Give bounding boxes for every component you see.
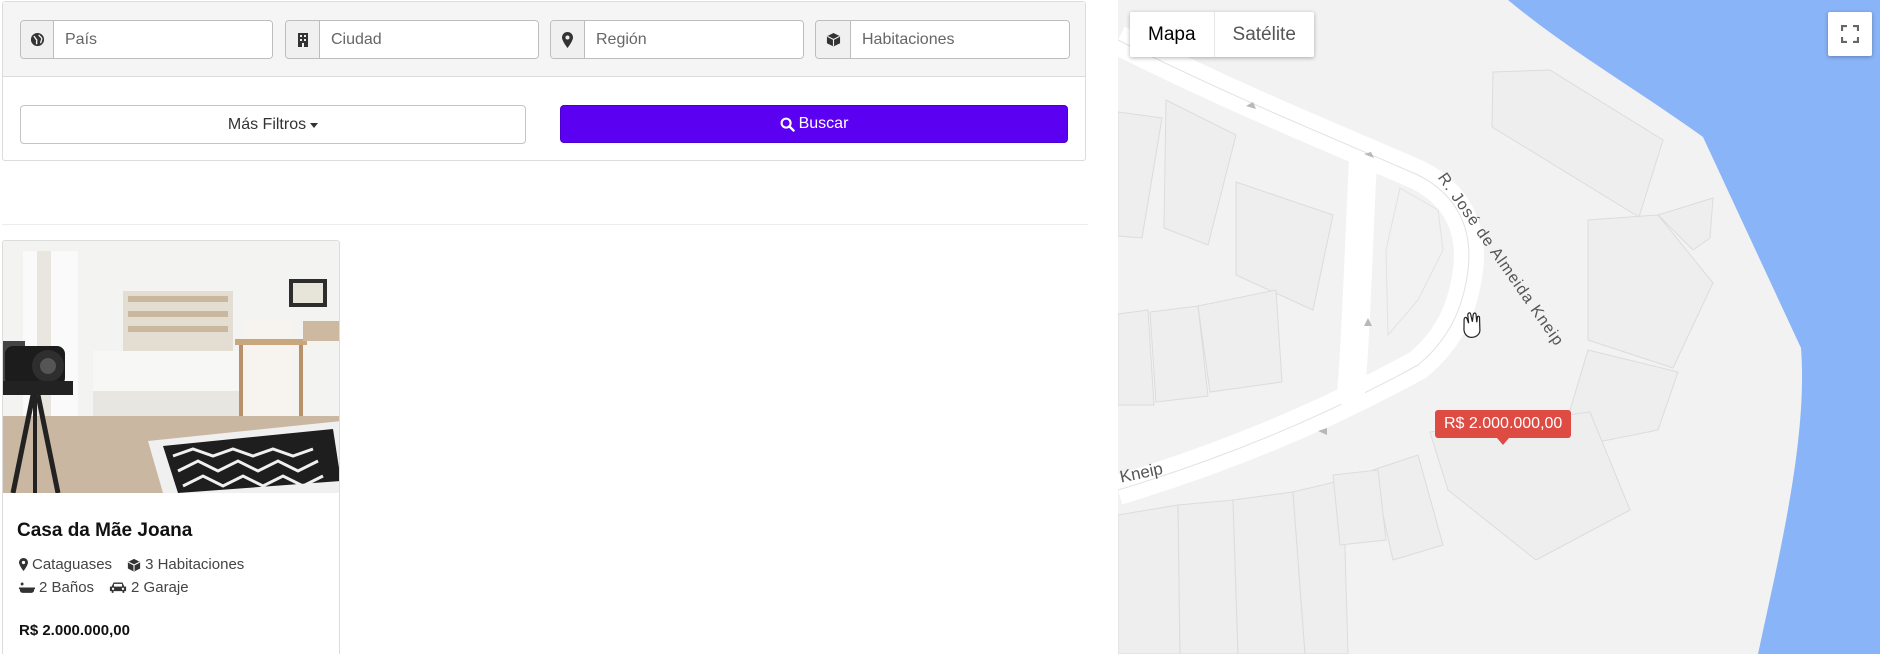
search-label: Buscar <box>798 115 849 132</box>
map-type-toggle: Mapa Satélite <box>1130 12 1314 57</box>
filter-inputs-row <box>3 2 1085 77</box>
property-baths: 2 Baños <box>39 579 95 596</box>
country-input[interactable] <box>54 21 272 58</box>
filter-panel: Más Filtros Buscar <box>2 1 1086 161</box>
map-canvas <box>1118 0 1880 654</box>
caret-down-icon <box>310 123 319 128</box>
fullscreen-icon <box>1841 25 1859 43</box>
building-icon <box>286 21 320 58</box>
more-filters-label: Más Filtros <box>227 115 307 133</box>
property-location-rooms: Cataguases 3 Habitaciones <box>19 556 244 573</box>
property-title[interactable]: Casa da Mãe Joana <box>17 520 192 542</box>
property-garage: 2 Garaje <box>131 579 189 596</box>
cube-icon <box>816 21 851 58</box>
map-marker-icon <box>551 21 585 58</box>
region-input-group <box>550 20 804 59</box>
globe-icon <box>21 21 54 58</box>
cube-icon <box>127 558 141 572</box>
search-icon <box>780 117 795 132</box>
results-divider <box>2 224 1088 225</box>
city-input-group <box>285 20 539 59</box>
country-input-group <box>20 20 273 59</box>
rooms-input-group <box>815 20 1070 59</box>
property-price: R$ 2.000.000,00 <box>19 622 130 639</box>
region-input[interactable] <box>585 21 803 58</box>
rooms-input[interactable] <box>851 21 1069 58</box>
property-photo <box>3 241 339 493</box>
map-price-marker[interactable]: R$ 2.000.000,00 <box>1435 410 1572 445</box>
search-button[interactable]: Buscar <box>560 105 1068 143</box>
more-filters-button[interactable]: Más Filtros <box>20 105 526 144</box>
listing-panel: Más Filtros Buscar <box>0 0 1118 654</box>
map-type-map[interactable]: Mapa <box>1130 12 1214 57</box>
city-input[interactable] <box>320 21 538 58</box>
map-type-satellite[interactable]: Satélite <box>1213 12 1314 57</box>
bath-icon <box>19 581 35 594</box>
property-city: Cataguases <box>32 556 113 573</box>
car-icon <box>109 581 127 594</box>
property-baths-garage: 2 Baños 2 Garaje <box>19 579 189 596</box>
map-marker-icon <box>19 558 28 571</box>
map-view[interactable]: R. José de Almeida Kneip Kneip Mapa Saté… <box>1118 0 1880 654</box>
property-rooms: 3 Habitaciones <box>145 556 245 573</box>
fullscreen-button[interactable] <box>1828 12 1872 56</box>
